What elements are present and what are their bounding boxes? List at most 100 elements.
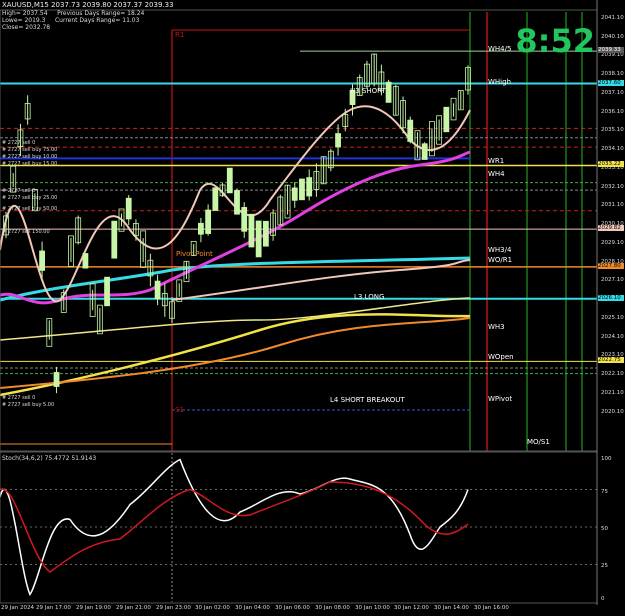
candle-body	[335, 133, 341, 148]
chart-title: XAUUSD,M15 2037.73 2039.80 2037.37 2039.…	[2, 1, 174, 9]
candle-body	[154, 280, 161, 300]
order-label[interactable]: # 2727 sell 0	[2, 188, 35, 194]
order-label[interactable]: # 2727 sell buy 10.00	[2, 154, 57, 160]
price-badge-bid: 2039.33	[598, 47, 624, 54]
price-badge-wh34: 2029.82	[598, 225, 624, 232]
candle-body	[125, 197, 132, 220]
price-tick: 2027.10	[601, 277, 624, 283]
label-h3-short: H3 SHORT	[350, 87, 386, 95]
price-tick: 2035.10	[601, 127, 624, 133]
label-l3-long: L3 LONG	[354, 293, 385, 301]
label-s1: S1	[175, 406, 184, 414]
price-badge-whigh: 2037.60	[598, 79, 624, 86]
order-label[interactable]: # 2727 sell 0	[2, 395, 35, 401]
candle-body	[198, 222, 204, 235]
ohlc-values: 2037.73 2039.80 2037.37 2039.33	[51, 1, 174, 9]
price-chart[interactable]	[0, 0, 625, 616]
price-tick: 2022.10	[601, 371, 624, 377]
price-tick: 2037.10	[601, 90, 624, 96]
candle-body	[262, 220, 269, 247]
stoch-tick: 100	[601, 456, 612, 462]
stoch-tick: 0	[601, 596, 605, 602]
candle-body	[104, 276, 110, 307]
order-label[interactable]: # 2727 sell buy 15.00	[2, 161, 57, 167]
price-tick: 2031.10	[601, 202, 624, 208]
label-wopen: WOpen	[488, 353, 514, 361]
price-tick: 2041.10	[601, 15, 624, 21]
candle-body	[255, 220, 262, 258]
candle-body	[111, 220, 118, 259]
yellow-ma	[0, 313, 471, 397]
candle-body	[407, 119, 414, 142]
candle-body	[212, 187, 219, 211]
time-tick: 29 Jan 23:00	[156, 605, 191, 611]
time-tick: 30 Jan 16:00	[474, 605, 509, 611]
stoch-label: Stoch(34,6,2) 75.4772 51.9143	[2, 455, 97, 462]
price-tick: 2029.10	[601, 240, 624, 246]
time-tick: 30 Jan 06:00	[275, 605, 310, 611]
label-wh4: WH4	[488, 170, 505, 178]
candle-body	[205, 209, 212, 234]
candle-body	[248, 213, 255, 248]
time-tick: 30 Jan 14:00	[434, 605, 469, 611]
time-tick: 30 Jan 02:00	[195, 605, 230, 611]
main-panel-frame	[0, 9, 598, 452]
candle-body	[385, 81, 392, 103]
label-l4-short-breakout: L4 SHORT BREAKOUT	[330, 396, 405, 404]
label-mos1: MO/S1	[527, 438, 550, 446]
candle-body	[82, 253, 89, 269]
time-tick: 30 Jan 12:00	[394, 605, 429, 611]
stoch-tick: 25	[601, 563, 608, 569]
info-line-3: Close= 2032.78	[2, 24, 51, 31]
cyan-ma	[0, 256, 471, 302]
order-label[interactable]: # 2727 sell buy 50.00	[2, 206, 57, 212]
price-tick: 2024.10	[601, 334, 624, 340]
light-yellow-ma	[0, 297, 471, 341]
price-badge-wpivot: 2022.75	[598, 357, 624, 364]
label-wor1: WO/R1	[488, 256, 513, 264]
price-tick: 2032.10	[601, 184, 624, 190]
time-tick: 29 Jan 17:00	[36, 605, 71, 611]
label-wr1: WR1	[488, 157, 505, 165]
candle-timer: 8:52	[515, 22, 595, 60]
order-label[interactable]: # 2727 sell buy 25.00	[2, 195, 57, 201]
label-wh34: WH3/4	[488, 246, 512, 254]
label-wh45: WH4/5	[488, 45, 512, 53]
label-r1: R1	[175, 31, 185, 39]
candle-body	[299, 178, 305, 201]
price-tick: 2020.10	[601, 409, 624, 415]
info-line-1: High= 2037.54 Previous Days Range= 18.24	[2, 10, 145, 17]
label-whigh: WHigh	[488, 78, 512, 86]
candle-body	[53, 372, 60, 387]
candle-body	[39, 250, 45, 271]
candle-body	[234, 190, 240, 215]
label-wpivot: WPivot	[488, 395, 513, 403]
candle-body	[306, 177, 313, 197]
order-label[interactable]: # 2727 sell buy 75.00	[2, 147, 57, 153]
order-label[interactable]: # 2727 sell 150.00	[2, 229, 50, 235]
stoch-panel-frame	[0, 451, 598, 604]
price-tick: 2034.10	[601, 146, 624, 152]
candle-body	[291, 187, 298, 201]
price-badge-pivot: 2027.80	[598, 262, 624, 269]
symbol-title: XAUUSD,M15	[2, 1, 49, 9]
orange-ma	[0, 317, 471, 389]
pink-ma	[0, 150, 471, 305]
time-tick: 29 Jan 2024	[1, 605, 34, 611]
price-tick: 2040.10	[601, 34, 624, 40]
candle-body	[226, 167, 233, 194]
label-pivot-point: Pivot Point	[176, 250, 213, 258]
price-badge-wh3: 2026.10	[598, 294, 624, 301]
time-tick: 29 Jan 19:00	[76, 605, 111, 611]
candle-body	[443, 106, 450, 133]
info-line-2: Lowe= 2019.3 Current Days Range= 11.03	[2, 17, 140, 24]
time-tick: 30 Jan 08:00	[315, 605, 350, 611]
time-tick: 30 Jan 10:00	[355, 605, 390, 611]
order-label[interactable]: # 2727 sell buy 5.00	[2, 402, 54, 408]
time-tick: 29 Jan 21:00	[116, 605, 151, 611]
order-label[interactable]: # 2727 sell 0	[2, 140, 35, 146]
price-badge-wh4: 2033.22	[598, 161, 624, 168]
price-tick: 2025.10	[601, 315, 624, 321]
price-tick: 2038.10	[601, 71, 624, 77]
stoch-tick: 50	[601, 526, 608, 532]
